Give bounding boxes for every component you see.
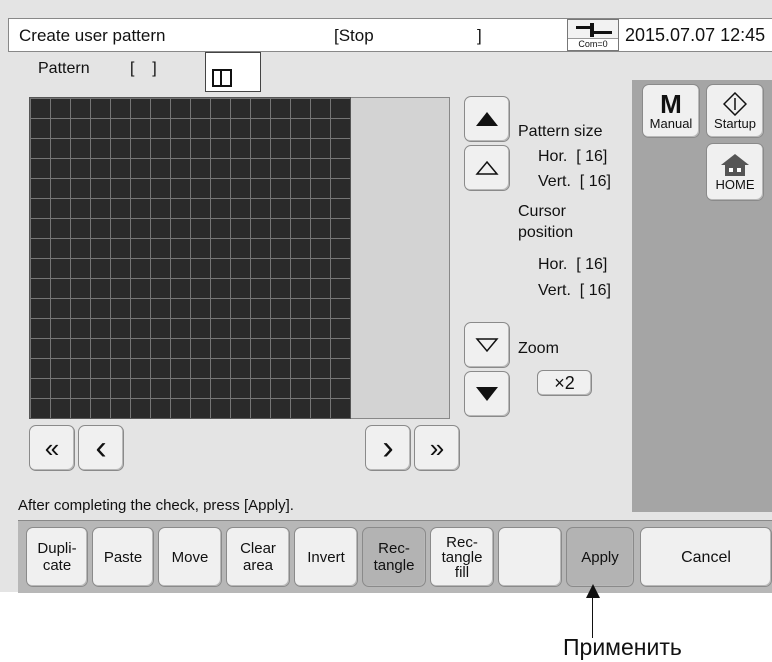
rectangle-fill-button[interactable]: Rec- tangle fill [430,527,494,587]
duplicate-button[interactable]: Dupli- cate [26,527,88,587]
cursor-label-2: position [518,224,574,241]
manual-icon: M [660,88,682,119]
callout-arrow-icon [586,584,600,598]
status-message: After completing the check, press [Apply… [18,497,294,514]
scroll-last-button[interactable]: » [414,425,460,471]
size-vertical: Vert. [ 16] [538,173,611,190]
rectangle-label-1: Rec- [378,540,410,557]
home-label: HOME [715,176,755,192]
duplicate-label-1: Dupli- [37,540,77,557]
pattern-edit-grid[interactable] [29,97,351,419]
datetime: 2015.07.07 12:45 [625,25,766,45]
blank-button[interactable] [498,527,562,587]
clear-label-1: Clear [240,540,276,557]
cursor-down-fast-button[interactable] [464,371,510,417]
scroll-first-button[interactable]: « [29,425,75,471]
triangle-up-filled-icon [476,112,498,126]
cursor-down-button[interactable] [464,322,510,368]
pattern-preview [351,97,450,419]
pattern-number[interactable]: [ ] [130,60,157,78]
communication-icon: Com=0 [567,19,619,51]
triangle-down-filled-icon [476,387,498,401]
cancel-button[interactable]: Cancel [640,527,772,587]
triangle-up-outline-icon [475,160,499,175]
triangle-down-outline-icon [475,338,499,353]
rectangle-fill-label-3: fill [454,563,470,581]
startup-icon [723,91,747,116]
cursor-vertical: Vert. [ 16] [538,282,611,299]
manual-button[interactable]: M Manual [642,84,700,138]
bottom-toolbar: Dupli- cate Paste Move Clear area Invert… [18,520,772,593]
callout-line [592,588,593,638]
pattern-size-label: Pattern size [518,123,603,140]
move-button[interactable]: Move [158,527,222,587]
zoom-button[interactable]: ×2 [537,370,592,396]
cursor-horizontal: Hor. [ 16] [538,256,608,273]
clear-label-2: area [242,557,274,574]
pattern-label: Pattern [38,60,90,77]
zoom-label: Zoom [518,340,559,357]
duplicate-label-2: cate [42,557,72,574]
cursor-label: Cursor [518,203,567,220]
apply-button[interactable]: Apply [566,527,634,587]
startup-button[interactable]: Startup [706,84,764,138]
rectangle-label-2: tangle [373,557,415,574]
rectangle-fill-label-1: Rec- [446,533,478,551]
invert-button[interactable]: Invert [294,527,358,587]
scroll-prev-button[interactable]: ‹ [78,425,124,471]
home-button[interactable]: HOME [706,143,764,201]
clear-area-button[interactable]: Clear area [226,527,290,587]
cursor-up-button[interactable] [464,145,510,191]
cursor-up-fast-button[interactable] [464,96,510,142]
status-bracket: ] [477,26,482,45]
size-horizontal: Hor. [ 16] [538,148,608,165]
callout-label: Применить [563,634,682,660]
status-text: [Stop [334,26,374,45]
scroll-next-button[interactable]: › [365,425,411,471]
paste-button[interactable]: Paste [92,527,154,587]
home-icon [721,153,749,176]
title-bar: Create user pattern [Stop ] Com=0 2015.0… [8,18,772,52]
com-label: Com=0 [568,38,618,50]
manual-label: Manual [649,115,693,131]
pattern-shape-icon[interactable] [205,52,261,92]
rectangle-button[interactable]: Rec- tangle [362,527,426,587]
startup-label: Startup [714,115,756,131]
rectangle-fill-label-2: tangle [441,548,483,566]
page-title: Create user pattern [19,26,166,45]
